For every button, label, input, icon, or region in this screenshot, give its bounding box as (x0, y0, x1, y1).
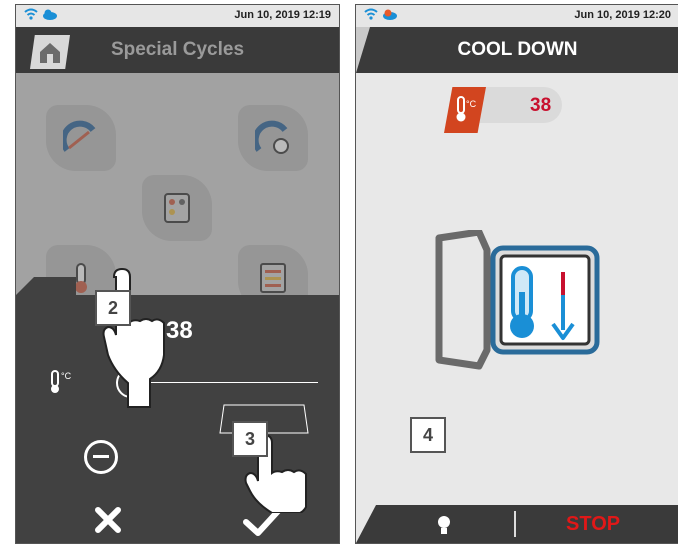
thermometer-celsius-icon: °C (51, 370, 72, 393)
status-bar: Jun 10, 2019 12:19 (16, 5, 339, 27)
title-bar: COOL DOWN (356, 27, 678, 73)
cool-down-illustration (435, 230, 600, 370)
bottom-bar: STOP (356, 505, 678, 543)
status-datetime: Jun 10, 2019 12:19 (234, 9, 331, 21)
cancel-button[interactable] (88, 500, 128, 540)
status-bar: Jun 10, 2019 12:20 (356, 5, 678, 27)
step-callout-3: 3 (232, 421, 268, 457)
temperature-badge-icon-bg: °C (444, 87, 486, 133)
cloud-icon (383, 9, 397, 20)
home-icon (40, 43, 60, 63)
bar-divider (514, 511, 516, 537)
svg-text:°C: °C (61, 371, 72, 381)
decrease-button[interactable] (84, 440, 118, 474)
svg-text:°C: °C (466, 99, 477, 109)
left-screen: Jun 10, 2019 12:19 Special Cycles 38 °C … (15, 4, 340, 544)
bulb-icon[interactable] (436, 515, 452, 537)
status-datetime: Jun 10, 2019 12:20 (574, 9, 671, 21)
pointing-hand-icon (102, 267, 165, 408)
dim-overlay (16, 73, 339, 295)
cloud-icon (43, 9, 57, 20)
thermometer-celsius-icon: °C (456, 96, 477, 122)
step-callout-4: 4 (410, 417, 446, 453)
pointing-hand-icon (219, 404, 309, 513)
wifi-icon (364, 8, 378, 20)
temperature-badge: °C 38 (444, 87, 564, 133)
wifi-icon (24, 8, 38, 20)
stop-button[interactable]: STOP (566, 513, 620, 536)
step-callout-2: 2 (95, 290, 131, 326)
right-screen: Jun 10, 2019 12:20 COOL DOWN °C 38 4 STO… (355, 4, 678, 544)
home-button[interactable] (30, 35, 70, 69)
page-title: COOL DOWN (457, 39, 578, 60)
close-icon (95, 507, 121, 533)
temperature-value: 38 (530, 95, 552, 116)
